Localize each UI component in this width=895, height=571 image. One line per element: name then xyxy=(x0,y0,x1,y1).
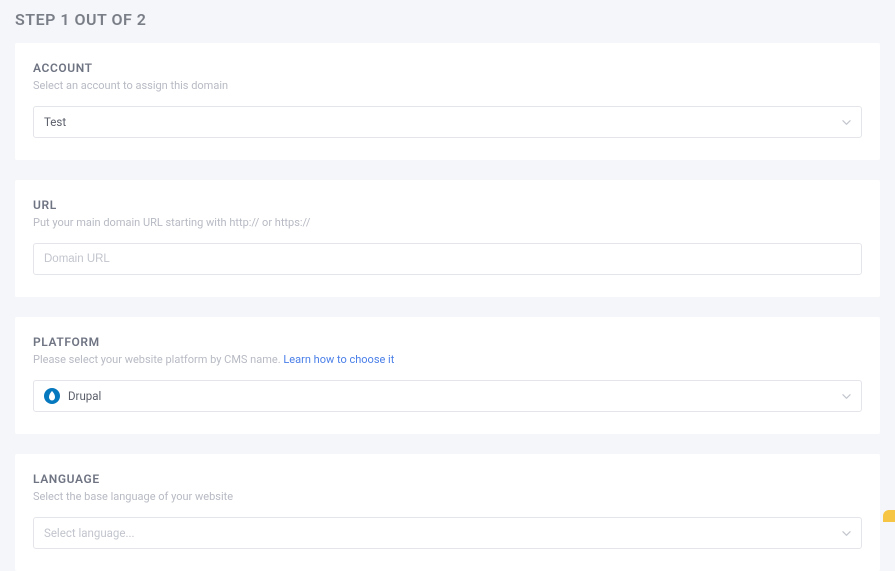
url-card: URL Put your main domain URL starting wi… xyxy=(15,180,880,297)
domain-url-input[interactable] xyxy=(33,243,862,275)
language-label: LANGUAGE xyxy=(33,472,862,486)
platform-help: Please select your website platform by C… xyxy=(33,353,862,366)
corner-widget[interactable] xyxy=(883,510,895,522)
drupal-icon xyxy=(44,388,60,404)
account-select-value: Test xyxy=(44,115,841,129)
language-select-placeholder: Select language... xyxy=(44,526,841,540)
chevron-down-icon xyxy=(841,391,851,401)
language-help: Select the base language of your website xyxy=(33,490,862,503)
chevron-down-icon xyxy=(841,117,851,127)
url-label: URL xyxy=(33,198,862,212)
chevron-down-icon xyxy=(841,528,851,538)
account-help: Select an account to assign this domain xyxy=(33,79,862,92)
platform-help-link[interactable]: Learn how to choose it xyxy=(283,353,394,366)
platform-select[interactable]: Drupal xyxy=(33,380,862,412)
page-title: STEP 1 OUT OF 2 xyxy=(15,10,880,29)
account-label: ACCOUNT xyxy=(33,61,862,75)
language-card: LANGUAGE Select the base language of you… xyxy=(15,454,880,571)
platform-select-value: Drupal xyxy=(68,389,841,403)
url-help: Put your main domain URL starting with h… xyxy=(33,216,862,229)
platform-help-text: Please select your website platform by C… xyxy=(33,353,283,366)
platform-card: PLATFORM Please select your website plat… xyxy=(15,317,880,434)
account-select[interactable]: Test xyxy=(33,106,862,138)
account-card: ACCOUNT Select an account to assign this… xyxy=(15,43,880,160)
platform-label: PLATFORM xyxy=(33,335,862,349)
